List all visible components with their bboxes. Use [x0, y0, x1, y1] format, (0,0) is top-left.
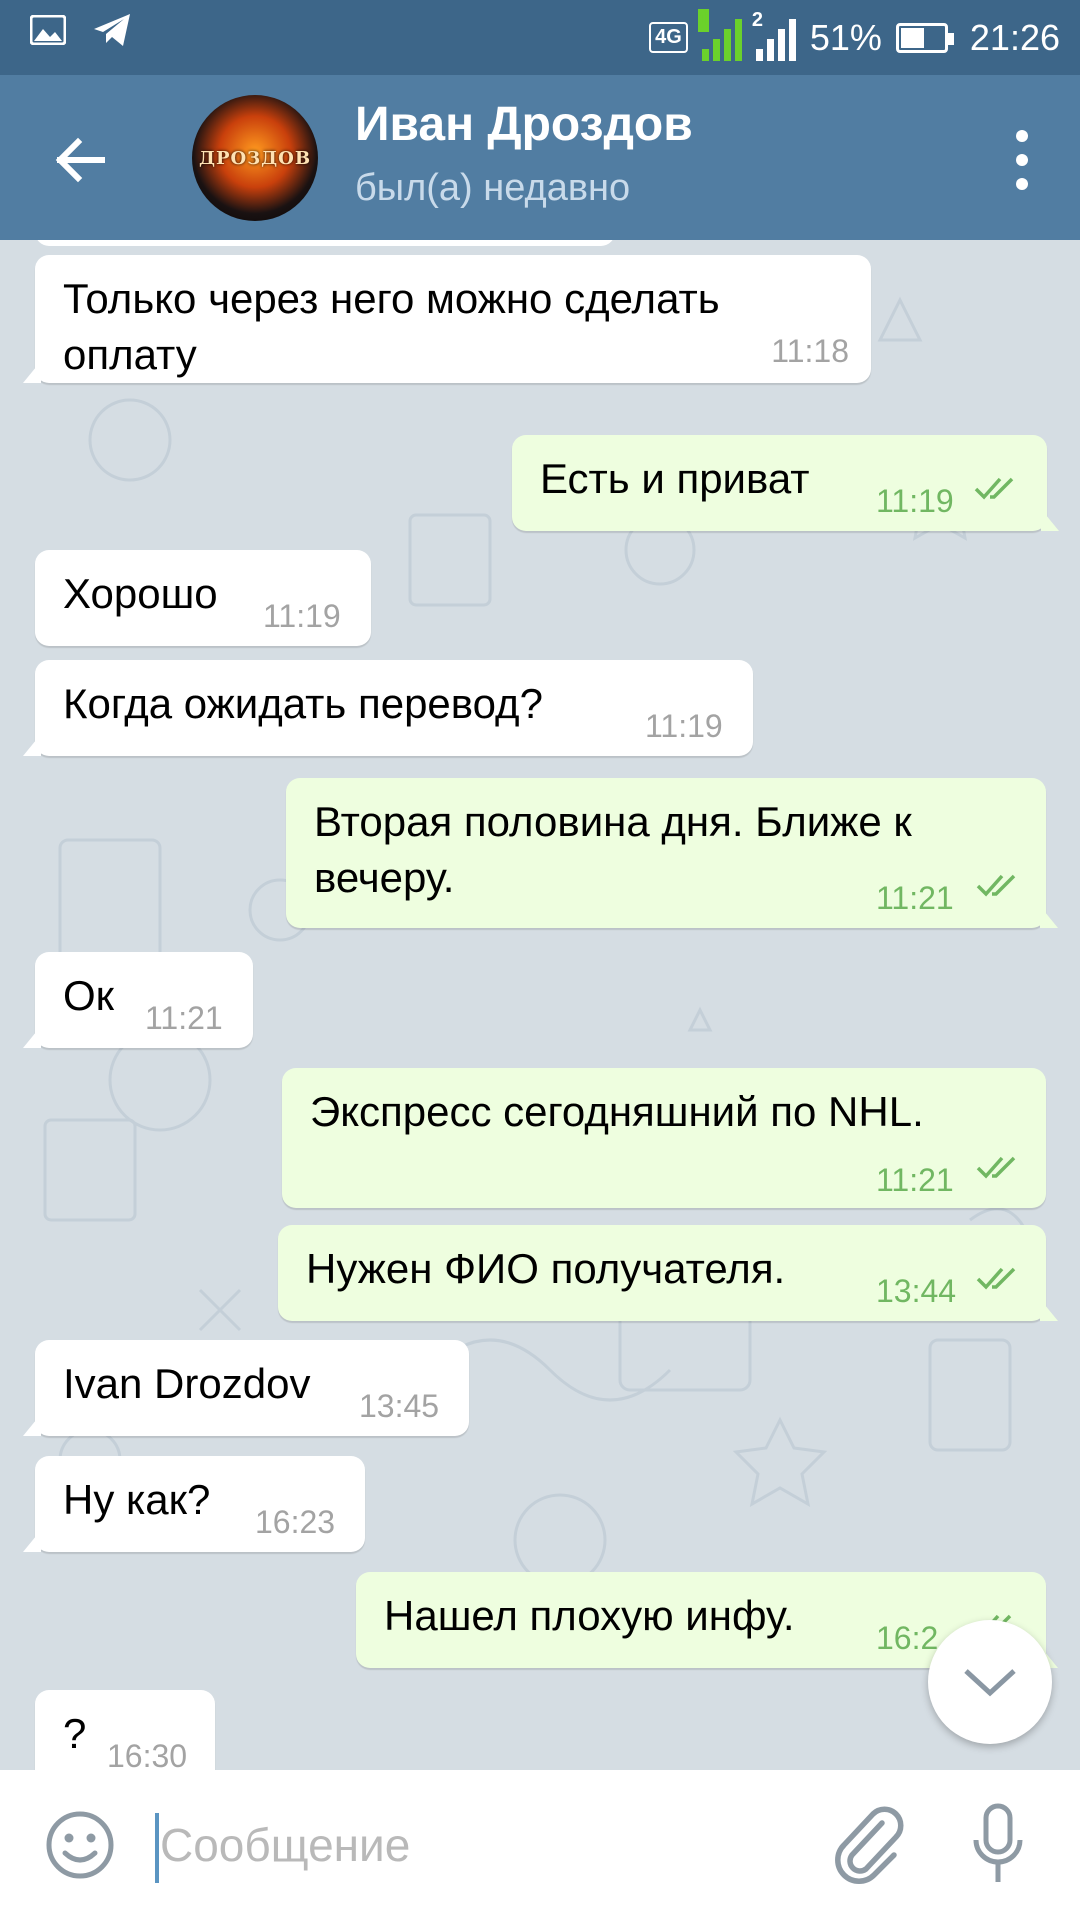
- network-type-badge: 4G: [649, 22, 688, 53]
- chat-title[interactable]: Иван Дроздов: [355, 97, 693, 152]
- message-time: 16:23: [255, 1504, 336, 1540]
- message-bubble-outgoing[interactable]: Нужен ФИО получателя. 13:44: [278, 1225, 1058, 1321]
- message-bubble-outgoing[interactable]: Экспресс сегодняшний по NHL. 11:21: [282, 1068, 1046, 1208]
- message-time: 11:19: [645, 708, 723, 744]
- message-bubble-incoming[interactable]: Ivan Drozdov 13:45: [23, 1340, 469, 1436]
- message-text: ?: [63, 1710, 87, 1757]
- status-bar: 4G 1 2 51% 21:26: [0, 0, 1080, 75]
- read-double-check-icon: [976, 874, 1016, 897]
- chevron-down-icon: [964, 1669, 1016, 1697]
- message-composer: [0, 1770, 1080, 1920]
- chat-status: был(а) недавно: [355, 167, 631, 209]
- message-bubble-incoming[interactable]: Только через него можно сделать оплату 1…: [23, 255, 871, 383]
- read-double-check-icon: [974, 477, 1014, 500]
- telegram-icon: [94, 14, 130, 46]
- sim1-signal-icon: 1: [697, 8, 742, 61]
- back-arrow-icon[interactable]: [50, 130, 110, 190]
- message-text: Вторая половина дня. Ближе к: [314, 798, 912, 845]
- message-time: 16:30: [107, 1738, 188, 1770]
- message-list[interactable]: Только через него можно сделать оплату 1…: [0, 240, 1080, 1770]
- message-bubble-incoming[interactable]: Ок 11:21: [23, 952, 253, 1048]
- emoji-icon[interactable]: [45, 1810, 115, 1880]
- previous-message-edge: [35, 240, 615, 246]
- read-double-check-icon: [976, 1267, 1016, 1290]
- gallery-icon: [30, 15, 66, 45]
- message-text: Нужен ФИО получателя.: [306, 1245, 786, 1292]
- message-text: Хорошо: [63, 570, 218, 617]
- message-bubble-incoming[interactable]: Ну как? 16:23: [23, 1456, 365, 1552]
- message-text: Когда ожидать перевод?: [63, 680, 543, 727]
- microphone-icon[interactable]: [968, 1802, 1028, 1888]
- chat-header: ДРОЗДОВ Иван Дроздов был(а) недавно: [0, 75, 1080, 240]
- message-bubble-incoming[interactable]: ? 16:30: [35, 1690, 215, 1770]
- message-text: Ну как?: [63, 1476, 211, 1523]
- message-text: Нашел плохую инфу.: [384, 1592, 795, 1639]
- status-bar-notifications: [30, 12, 132, 48]
- message-time: 11:21: [145, 1000, 223, 1036]
- message-time: 13:44: [876, 1273, 957, 1309]
- message-text: Ivan Drozdov: [63, 1360, 311, 1407]
- battery-icon: [895, 22, 954, 53]
- message-time: 11:21: [876, 880, 954, 916]
- read-double-check-icon: [976, 1156, 1016, 1179]
- message-text: Есть и приват: [540, 455, 810, 502]
- more-menu-icon[interactable]: [1012, 130, 1032, 190]
- scroll-to-bottom-button[interactable]: [928, 1620, 1052, 1744]
- message-time: 11:18: [771, 333, 849, 369]
- message-time: 11:19: [263, 598, 341, 634]
- message-input[interactable]: [160, 1800, 780, 1890]
- message-text: Только через него можно сделать: [63, 275, 720, 322]
- message-time: 13:45: [359, 1388, 440, 1424]
- message-bubble-outgoing[interactable]: Вторая половина дня. Ближе к вечеру. 11:…: [286, 778, 1058, 928]
- message-text: оплату: [63, 331, 197, 378]
- message-time: 16:2: [876, 1620, 939, 1656]
- sim2-signal-icon: 2: [752, 9, 796, 61]
- message-time: 11:21: [876, 1162, 954, 1198]
- message-bubble-incoming[interactable]: Хорошо 11:19: [35, 550, 371, 646]
- message-bubble-incoming[interactable]: Когда ожидать перевод? 11:19: [23, 660, 753, 756]
- status-bar-system: 4G 1 2 51% 21:26: [649, 0, 1060, 75]
- message-time: 11:19: [876, 483, 954, 519]
- message-text: Ок: [63, 972, 115, 1019]
- battery-percent: 51%: [809, 16, 882, 58]
- avatar[interactable]: ДРОЗДОВ: [192, 95, 318, 221]
- message-bubble-outgoing[interactable]: Есть и приват 11:19: [512, 435, 1059, 531]
- message-text: Экспресс сегодняшний по NHL.: [310, 1088, 924, 1135]
- text-cursor: [155, 1813, 159, 1883]
- clock: 21:26: [969, 16, 1060, 58]
- attach-paperclip-icon[interactable]: [830, 1805, 910, 1885]
